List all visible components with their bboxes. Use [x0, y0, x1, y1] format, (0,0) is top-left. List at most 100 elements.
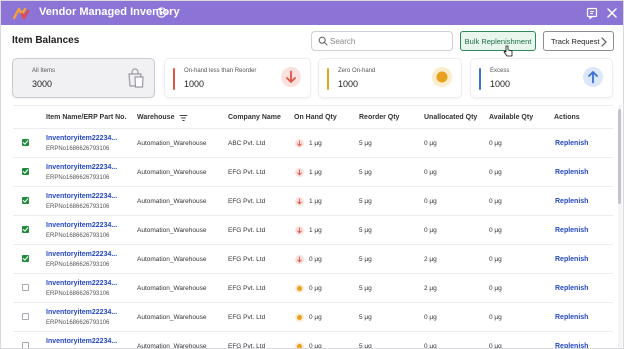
arrow-down-icon [295, 255, 304, 264]
item-name-link[interactable]: Inventoryitem22234... [46, 164, 117, 171]
item-name-link[interactable]: Inventoryitem22234... [46, 338, 117, 345]
summary-card-0[interactable]: All Items 3000 [12, 58, 155, 98]
row-checkbox[interactable] [22, 168, 29, 175]
hand-cursor-icon [503, 45, 513, 57]
unallocated-qty-cell: 0 µg [424, 343, 437, 349]
dot-circle-icon [295, 342, 304, 348]
erp-part-number: ERPNo1686626793106 [46, 262, 110, 268]
table-row[interactable]: Inventoryitem22234... ERPNo1686626793106 A… [13, 274, 613, 303]
erp-part-number: ERPNo1686626793106 [46, 291, 110, 297]
track-request-button[interactable]: Track Request [543, 31, 614, 51]
row-checkbox[interactable] [22, 226, 29, 233]
table-row[interactable]: Inventoryitem22234...ERPNo1686626793106A… [13, 187, 613, 216]
company-cell: EFG Pvt. Ltd [228, 343, 266, 349]
row-checkbox[interactable] [22, 139, 29, 146]
available-qty-cell: 0 µg [489, 169, 502, 176]
table-row[interactable]: Inventoryitem22234...ERPNo1686626793106A… [13, 332, 613, 349]
warehouse-cell: Automation_Warehouse [137, 314, 207, 321]
card-value: 3000 [32, 79, 53, 89]
page-title: Item Balances [12, 35, 80, 46]
onhand-qty-cell: 0 µg [309, 285, 322, 292]
unallocated-qty-cell: 0 µg [424, 227, 437, 234]
table-row[interactable]: Inventoryitem22234...ERPNo1686626793106A… [13, 158, 613, 187]
item-name-link[interactable]: Inventoryitem22234... [46, 222, 117, 229]
replenish-link[interactable]: Replenish [555, 314, 588, 321]
filter-icon[interactable] [179, 114, 188, 122]
card-label: On-hand less than Reorder [184, 68, 257, 74]
row-checkbox[interactable] [22, 313, 29, 320]
replenish-link[interactable]: Replenish [555, 169, 588, 176]
column-header-available: Available Qty [489, 114, 534, 121]
card-label: All Items [32, 68, 56, 74]
table-row[interactable]: Inventoryitem22234... ERPNo1686626793106 A… [13, 129, 613, 158]
replenish-link[interactable]: Replenish [555, 140, 588, 147]
company-cell: EFG Pvt. Ltd [228, 314, 266, 321]
replenish-link[interactable]: Replenish [555, 256, 588, 263]
track-request-label: Track Request [551, 36, 600, 46]
table-row[interactable]: Inventoryitem22234...ERPNo1686626793106A… [13, 245, 613, 274]
unallocated-qty-cell: 2 µg [424, 285, 437, 292]
arrow-down-icon [295, 139, 304, 148]
row-checkbox[interactable] [22, 197, 29, 204]
search-input[interactable] [330, 34, 448, 48]
row-checkbox[interactable] [22, 284, 29, 291]
table-row[interactable]: Inventoryitem22234... ERPNo1686626793106 A… [13, 216, 613, 245]
warehouse-cell: Automation_Warehouse [137, 285, 207, 292]
column-header-company: Company Name [228, 114, 281, 121]
scrollbar-thumb[interactable] [618, 109, 621, 204]
reorder-qty-cell: 5 µg [359, 198, 372, 205]
item-name-link[interactable]: Inventoryitem22234... [46, 280, 117, 287]
onhand-qty-cell: 1 µg [309, 169, 322, 176]
search-icon [318, 36, 328, 46]
column-header-actions: Actions [554, 114, 580, 121]
card-label: Excess [490, 68, 510, 74]
card-accent-bar [479, 68, 481, 90]
reorder-qty-cell: 5 µg [359, 140, 372, 147]
app-logo-icon [13, 7, 29, 20]
company-cell: ABC Pvt. Ltd [228, 140, 266, 147]
available-qty-cell: 0 µg [489, 285, 502, 292]
replenish-link[interactable]: Replenish [555, 343, 588, 348]
available-qty-cell: 0 µg [489, 140, 502, 147]
play-circle-icon[interactable] [156, 7, 167, 18]
summary-card-3[interactable]: Excess 1000 [470, 58, 613, 98]
column-header-reorder: Reorder Qty [359, 114, 400, 121]
erp-part-number: ERPNo1686626793106 [46, 233, 110, 239]
warehouse-cell: Automation_Warehouse [137, 227, 207, 234]
available-qty-cell: 0 µg [489, 256, 502, 263]
onhand-qty-cell: 1 µg [309, 140, 322, 147]
item-name-link[interactable]: Inventoryitem22234... [46, 309, 117, 316]
card-accent-bar [327, 68, 329, 90]
onhand-qty-cell: 0 µg [309, 343, 322, 349]
close-icon[interactable] [605, 6, 619, 20]
bulk-replenishment-button[interactable]: Bulk Replenishment [460, 31, 536, 51]
erp-part-number: ERPNo1686626793106 [46, 146, 110, 152]
table-row[interactable]: Inventoryitem22234...ERPNo1686626793106A… [13, 303, 613, 332]
summary-card-1[interactable]: On-hand less than Reorder 1000 [164, 58, 311, 98]
replenish-link[interactable]: Replenish [555, 227, 588, 234]
company-cell: EFG Pvt. Ltd [228, 285, 266, 292]
item-name-link[interactable]: Inventoryitem22234... [46, 135, 117, 142]
item-name-link[interactable]: Inventoryitem22234... [46, 193, 117, 200]
onhand-qty-cell: 1 µg [309, 227, 322, 234]
feedback-icon[interactable] [585, 6, 599, 20]
arrow-down-icon [295, 226, 304, 235]
onhand-qty-cell: 0 µg [309, 314, 322, 321]
dot-circle-icon [295, 313, 304, 322]
available-qty-cell: 0 µg [489, 314, 502, 321]
row-checkbox[interactable] [22, 342, 29, 348]
unallocated-qty-cell: 0 µg [424, 198, 437, 205]
reorder-qty-cell: 5 µg [359, 169, 372, 176]
replenish-link[interactable]: Replenish [555, 285, 588, 292]
row-checkbox[interactable] [22, 255, 29, 262]
card-value: 1000 [184, 79, 205, 89]
title-bar: Vendor Managed Inventory [1, 1, 623, 25]
search-box[interactable] [311, 31, 453, 51]
reorder-qty-cell: 5 µg [359, 256, 372, 263]
column-header-warehouse: Warehouse [137, 114, 175, 121]
item-name-link[interactable]: Inventoryitem22234... [46, 251, 117, 258]
company-cell: EFG Pvt. Ltd [228, 227, 266, 234]
summary-card-2[interactable]: Zero On-hand 1000 [318, 58, 462, 98]
arrow-down-icon [281, 67, 301, 87]
replenish-link[interactable]: Replenish [555, 198, 588, 205]
